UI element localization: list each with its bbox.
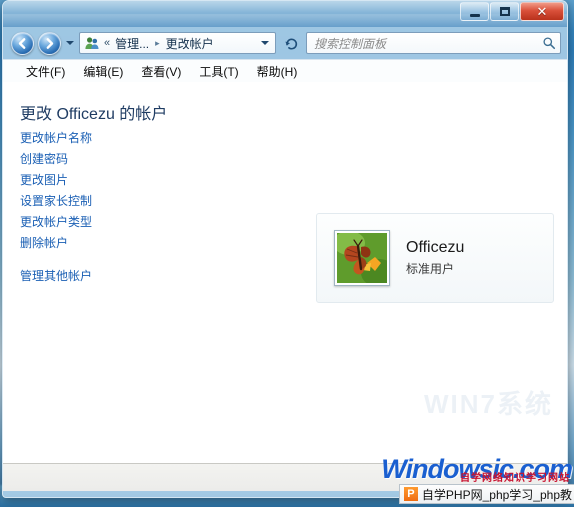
watermark-taskbar-text: 自学PHP网_php学习_php教 bbox=[421, 487, 572, 502]
minimize-button[interactable] bbox=[460, 2, 489, 21]
menu-item-tools[interactable]: 工具(T) bbox=[190, 61, 247, 82]
refresh-icon bbox=[284, 38, 297, 49]
breadcrumb[interactable]: « 管理... ▸ 更改帐户 bbox=[79, 32, 276, 54]
task-link-set-parental-controls[interactable]: 设置家长控制 bbox=[20, 191, 200, 212]
address-bar: « 管理... ▸ 更改帐户 搜索控制面板 bbox=[3, 27, 567, 59]
task-link-change-account-type[interactable]: 更改帐户类型 bbox=[20, 212, 200, 233]
task-link-manage-other-accounts[interactable]: 管理其他帐户 bbox=[20, 266, 200, 287]
refresh-button[interactable] bbox=[280, 32, 302, 54]
content-area: 更改 Officezu 的帐户 更改帐户名称 创建密码 更改图片 设置家长控制 … bbox=[3, 82, 567, 463]
close-icon: ✕ bbox=[536, 4, 548, 19]
maximize-icon bbox=[499, 7, 510, 16]
task-link-list: 更改帐户名称 创建密码 更改图片 设置家长控制 更改帐户类型 删除帐户 管理其他… bbox=[20, 128, 200, 287]
menu-item-file[interactable]: 文件(F) bbox=[17, 61, 74, 82]
page-title: 更改 Officezu 的帐户 bbox=[20, 106, 168, 123]
chevron-down-icon bbox=[66, 41, 74, 45]
breadcrumb-item-1[interactable]: 更改帐户 bbox=[166, 35, 214, 52]
back-button[interactable] bbox=[11, 31, 34, 55]
avatar[interactable] bbox=[334, 230, 390, 286]
breadcrumb-item-0[interactable]: 管理... bbox=[115, 35, 149, 52]
user-account-type: 标准用户 bbox=[406, 262, 455, 277]
site-watermark-subtitle: 自学网络知识学习网站 bbox=[460, 473, 570, 484]
menu-item-edit[interactable]: 编辑(E) bbox=[74, 61, 132, 82]
breadcrumb-separator-icon: ▸ bbox=[155, 37, 160, 48]
task-link-delete-account[interactable]: 删除帐户 bbox=[20, 233, 200, 254]
chevron-down-icon bbox=[261, 41, 269, 45]
menu-item-help[interactable]: 帮助(H) bbox=[248, 61, 307, 82]
user-info: Officezu 标准用户 bbox=[406, 239, 464, 277]
menu-item-view[interactable]: 查看(V) bbox=[132, 61, 190, 82]
forward-button[interactable] bbox=[38, 31, 61, 55]
breadcrumb-overflow-chevrons[interactable]: « bbox=[104, 37, 110, 49]
search-icon[interactable] bbox=[542, 36, 556, 50]
window-title-bar[interactable]: ✕ bbox=[3, 1, 567, 27]
menu-bar: 文件(F) 编辑(E) 查看(V) 工具(T) 帮助(H) bbox=[3, 59, 567, 82]
butterfly-avatar-icon bbox=[337, 233, 387, 283]
search-placeholder: 搜索控制面板 bbox=[314, 36, 387, 51]
user-name: Officezu bbox=[406, 238, 465, 256]
maximize-button[interactable] bbox=[490, 2, 519, 21]
close-button[interactable]: ✕ bbox=[520, 2, 564, 21]
php-site-icon: P bbox=[403, 487, 418, 501]
minimize-icon bbox=[469, 13, 480, 17]
window-controls: ✕ bbox=[459, 2, 564, 22]
back-arrow-icon bbox=[18, 37, 26, 49]
breadcrumb-dropdown-button[interactable] bbox=[258, 41, 272, 45]
forward-arrow-icon bbox=[46, 37, 54, 49]
task-link-change-picture[interactable]: 更改图片 bbox=[20, 170, 200, 191]
task-link-change-account-name[interactable]: 更改帐户名称 bbox=[20, 128, 200, 149]
history-dropdown-button[interactable] bbox=[65, 41, 75, 45]
user-account-card[interactable]: Officezu 标准用户 bbox=[316, 213, 554, 303]
control-panel-window: ✕ « 管理... ▸ 更改帐户 搜索控制面板 文件(F) 编辑(E) 查看(V… bbox=[2, 0, 568, 498]
task-link-create-password[interactable]: 创建密码 bbox=[20, 149, 200, 170]
user-accounts-icon bbox=[85, 37, 99, 49]
faint-watermark: WIN7系统 bbox=[423, 389, 553, 419]
watermark-taskbar: P 自学PHP网_php学习_php教 bbox=[398, 484, 574, 504]
search-input[interactable]: 搜索控制面板 bbox=[306, 32, 561, 54]
